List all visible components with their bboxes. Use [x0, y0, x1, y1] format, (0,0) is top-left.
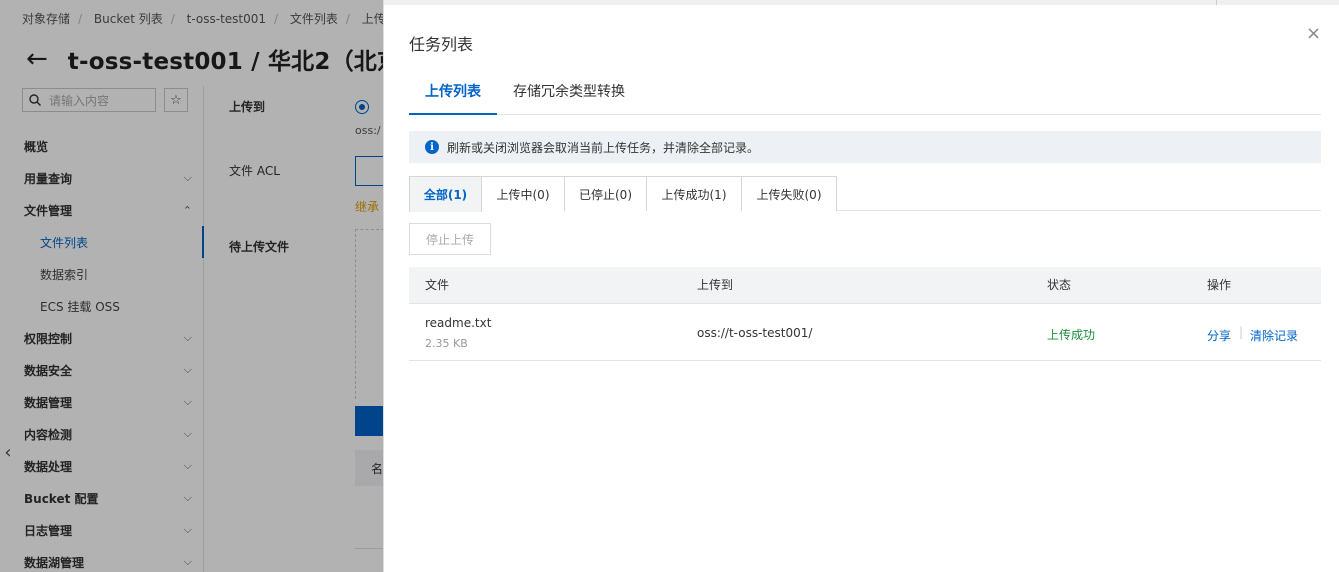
filter-uploading[interactable]: 上传中(0): [481, 176, 565, 211]
table-row: readme.txt 2.35 KB oss://t-oss-test001/ …: [409, 304, 1321, 361]
status-text: 上传成功: [1047, 328, 1096, 342]
drawer-title: 任务列表: [409, 35, 474, 54]
filter-stopped[interactable]: 已停止(0): [564, 176, 647, 211]
collapse-chevron-left-icon[interactable]: ‹: [0, 432, 16, 472]
modal-overlay[interactable]: [0, 0, 383, 572]
file-name: readme.txt: [425, 316, 492, 330]
action-separator: |: [1239, 325, 1244, 339]
upload-table: 文件 上传到 状态 操作 readme.txt 2.35 KB oss://t-…: [409, 267, 1321, 361]
upload-destination: oss://t-oss-test001/: [697, 326, 813, 340]
table-header: 文件 上传到 状态 操作: [409, 267, 1321, 304]
status-filter-tabs: 全部(1) 上传中(0) 已停止(0) 上传成功(1) 上传失败(0): [409, 176, 1321, 212]
info-notice: i 刷新或关闭浏览器会取消当前上传任务，并清除全部记录。: [409, 131, 1321, 163]
stop-upload-button[interactable]: 停止上传: [409, 223, 491, 255]
filter-all[interactable]: 全部(1): [409, 176, 482, 212]
tab-storage-class-conversion[interactable]: 存储冗余类型转换: [497, 72, 641, 115]
column-header-actions: 操作: [1207, 278, 1232, 292]
filter-failed[interactable]: 上传失败(0): [741, 176, 837, 211]
clear-record-link[interactable]: 清除记录: [1250, 327, 1298, 344]
column-header-status: 状态: [1047, 278, 1072, 292]
column-header-file: 文件: [425, 278, 450, 292]
file-size: 2.35 KB: [425, 337, 468, 350]
close-icon[interactable]: ×: [1306, 24, 1321, 44]
column-header-destination: 上传到: [697, 278, 734, 292]
divider: [1216, 0, 1217, 5]
info-icon: i: [425, 140, 439, 154]
share-link[interactable]: 分享: [1207, 327, 1231, 344]
filter-success[interactable]: 上传成功(1): [646, 176, 742, 211]
drawer-top-strip: [384, 0, 1339, 5]
task-list-drawer: 任务列表 × 上传列表 存储冗余类型转换 i 刷新或关闭浏览器会取消当前上传任务…: [383, 0, 1339, 572]
notice-text: 刷新或关闭浏览器会取消当前上传任务，并清除全部记录。: [447, 140, 760, 155]
drawer-tabs: 上传列表 存储冗余类型转换: [409, 72, 1321, 115]
tab-upload-list[interactable]: 上传列表: [409, 72, 497, 115]
